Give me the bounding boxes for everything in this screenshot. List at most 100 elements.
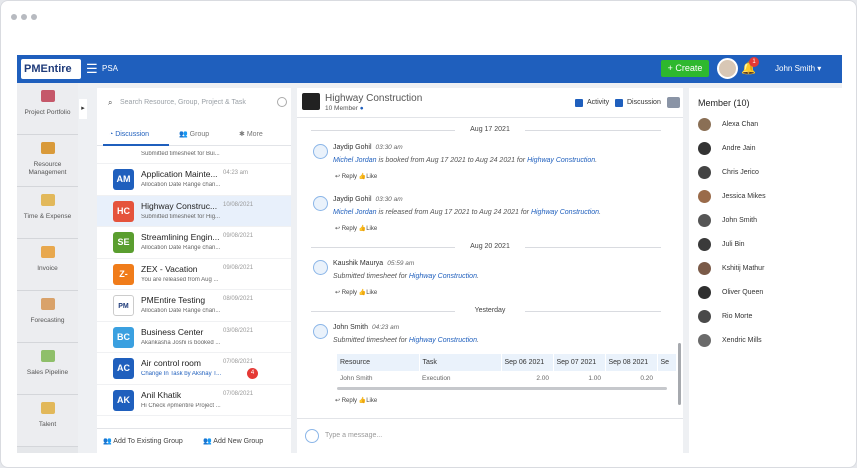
reply-button[interactable]: ↩ Reply	[335, 174, 357, 180]
nav-sales-pipeline[interactable]: Sales Pipeline	[17, 343, 78, 395]
list-item[interactable]: Submitted timesheet for Bui...	[97, 146, 291, 164]
list-item[interactable]: AK Anil Khatik 07/08/2021 Hi Check #pmen…	[97, 385, 291, 416]
logo[interactable]: PMEntire	[21, 59, 81, 79]
item-title: ZEX - Vacation	[141, 263, 198, 274]
list-item[interactable]: AM Application Mainte... 04:23 am Alloca…	[97, 164, 291, 196]
message-actions: ↩ Reply 👍Like	[335, 289, 377, 296]
menu-icon[interactable]: ☰	[86, 62, 98, 75]
item-avatar: Z-	[113, 263, 134, 285]
invoice-icon	[40, 246, 55, 258]
collapse-toggle[interactable]: ▸	[79, 99, 87, 119]
date-label: Aug 17 2021	[455, 126, 525, 133]
nav-time-expense[interactable]: Time & Expense	[17, 187, 78, 239]
member-name: Xendric Mills	[722, 337, 762, 344]
reply-button[interactable]: ↩ Reply	[335, 290, 357, 296]
avatar	[313, 144, 328, 159]
item-avatar: BC	[113, 326, 134, 348]
create-button[interactable]: + Create	[661, 60, 709, 77]
mention-link[interactable]: Michel Jordan	[333, 209, 377, 216]
nav-forecasting[interactable]: Forecasting	[17, 291, 78, 343]
refresh-icon[interactable]	[277, 97, 287, 107]
avatar	[698, 238, 711, 251]
tab-group[interactable]: 👥 Group	[179, 124, 209, 146]
list-tabs: ◔ Discussion 👥 Group ✱ More	[97, 124, 291, 146]
mention-link[interactable]: Michel Jordan	[333, 157, 377, 164]
table-cell	[657, 371, 677, 386]
search-input[interactable]: ⌕ Search Resource, Group, Project & Task	[106, 96, 271, 109]
message-author: Kaushik Maurya 05:59 am	[333, 260, 415, 267]
table-header: Sep 08 2021	[605, 354, 658, 371]
like-button[interactable]: 👍Like	[359, 174, 378, 180]
chat-scrollbar[interactable]	[678, 343, 681, 405]
item-title: Anil Khatik	[141, 389, 182, 400]
tab-more[interactable]: ✱ More	[239, 124, 263, 146]
item-title: Business Center	[141, 326, 204, 337]
list-item[interactable]: PM PMEntire Testing 08/09/2021 Allocatio…	[97, 290, 291, 322]
table-header: Se	[657, 354, 677, 371]
member-name: Oliver Queen	[722, 289, 764, 296]
item-preview: Allocation Date Range chan...	[141, 245, 221, 251]
table-cell: 2.00	[536, 375, 549, 382]
message-input[interactable]: Type a message...	[325, 432, 382, 439]
item-avatar: SE	[113, 232, 134, 253]
message-author: Jaydip Gohil 03:30 am	[333, 144, 403, 151]
list-item[interactable]: BC Business Center 03/08/2021 Akankasha …	[97, 322, 291, 353]
reply-button[interactable]: ↩ Reply	[335, 398, 357, 404]
item-date: 04:23 am	[223, 170, 249, 176]
avatar	[698, 118, 711, 131]
list-item[interactable]: HC Highway Construc... 10/08/2021 Submit…	[97, 195, 291, 227]
message-composer[interactable]: Type a message...	[297, 418, 683, 453]
table-cell: Execution	[422, 375, 451, 382]
like-button[interactable]: 👍Like	[359, 398, 378, 404]
table-header: Sep 07 2021	[553, 354, 606, 371]
nav-talent[interactable]: Talent	[17, 395, 78, 447]
module-label: PSA	[102, 64, 119, 73]
avatar	[313, 260, 328, 275]
list-item[interactable]: Z- ZEX - Vacation 09/08/2021 You are rel…	[97, 259, 291, 290]
add-new-group-button[interactable]: 👥 Add New Group	[203, 429, 263, 454]
project-link[interactable]: Highway Construction	[531, 209, 599, 216]
unread-badge: 4	[247, 368, 258, 379]
member-count[interactable]: 10 Member ●	[325, 105, 364, 112]
item-preview: Change In Task by Akshay T...	[141, 371, 222, 377]
members-icon[interactable]	[667, 97, 680, 108]
avatar	[698, 166, 711, 179]
member-name: Chris Jerico	[722, 169, 759, 176]
members-title: Member (10)	[698, 98, 750, 108]
message-text: Michel Jordan is released from Aug 17 20…	[333, 209, 601, 216]
avatar[interactable]	[717, 58, 738, 79]
project-link[interactable]: Highway Construction	[409, 273, 477, 280]
nav-resource-management[interactable]: Resource Management	[17, 135, 78, 187]
user-menu[interactable]: John Smith ▾	[775, 64, 821, 73]
nav-invoice[interactable]: Invoice	[17, 239, 78, 291]
add-existing-group-button[interactable]: 👥 Add To Existing Group	[103, 429, 183, 454]
tab-discussion[interactable]: ◔ Discussion	[103, 124, 169, 146]
member-name: Andre Jain	[722, 145, 756, 152]
activity-checkbox[interactable]	[575, 99, 583, 107]
talent-icon	[40, 402, 55, 414]
members-panel: Member (10) Alexa Chan Andre Jain Chris …	[689, 88, 842, 453]
table-header: Resource	[337, 354, 420, 371]
item-preview: Allocation Date Range chan...	[141, 182, 221, 188]
item-title: PMEntire Testing	[141, 295, 206, 305]
item-preview: Allocation Date Range chan...	[141, 308, 221, 314]
like-button[interactable]: 👍Like	[359, 226, 378, 232]
avatar	[698, 310, 711, 323]
table-scrollbar[interactable]	[337, 387, 667, 390]
date-label: Yesterday	[455, 307, 525, 314]
discussion-checkbox[interactable]	[615, 99, 623, 107]
app: PMEntire ☰ PSA + Create 🔔 1 John Smith ▾…	[17, 55, 842, 453]
like-button[interactable]: 👍Like	[359, 290, 378, 296]
project-link[interactable]: Highway Construction	[409, 337, 477, 344]
member-name: Juli Bin	[722, 241, 745, 248]
item-preview: Hi Check #pmentire Project ...	[141, 402, 221, 409]
table-cell: 1.00	[588, 375, 601, 382]
avatar	[698, 334, 711, 347]
table-cell: John Smith	[340, 375, 373, 382]
browser-window: PMEntire ☰ PSA + Create 🔔 1 John Smith ▾…	[0, 0, 857, 468]
list-item[interactable]: SE Streamlining Engin... 09/08/2021 Allo…	[97, 227, 291, 259]
project-link[interactable]: Highway Construction	[527, 157, 595, 164]
reply-button[interactable]: ↩ Reply	[335, 226, 357, 232]
list-item[interactable]: AC Air control room 07/08/2021 Change In…	[97, 353, 291, 385]
nav-project-portfolio[interactable]: Project Portfolio	[17, 83, 78, 135]
